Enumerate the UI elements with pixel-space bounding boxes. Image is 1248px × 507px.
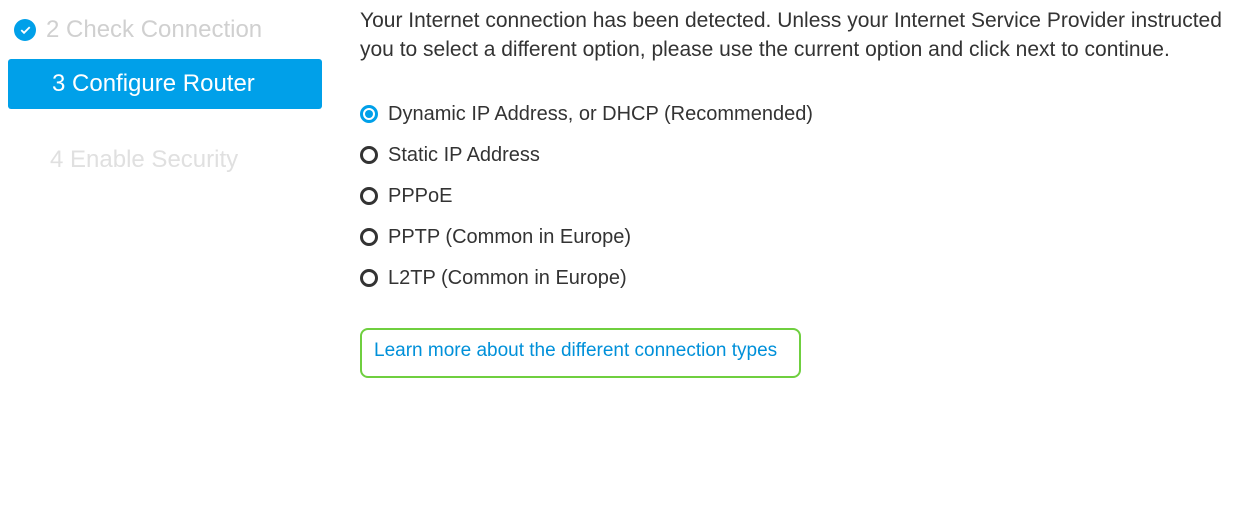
option-label: PPPoE: [388, 185, 452, 208]
option-dhcp[interactable]: Dynamic IP Address, or DHCP (Recommended…: [360, 103, 1230, 126]
check-icon: [14, 19, 36, 41]
step-number: 2: [46, 16, 59, 44]
step-configure-router[interactable]: 3 Configure Router: [8, 59, 322, 109]
option-static-ip[interactable]: Static IP Address: [360, 144, 1230, 167]
instruction-text: Your Internet connection has been detect…: [360, 6, 1230, 65]
learn-more-link[interactable]: Learn more about the different connectio…: [374, 340, 777, 361]
radio-icon: [360, 269, 378, 287]
radio-icon: [360, 228, 378, 246]
step-number: 3: [52, 70, 65, 98]
option-label: L2TP (Common in Europe): [388, 267, 627, 290]
option-l2tp[interactable]: L2TP (Common in Europe): [360, 267, 1230, 290]
option-label: Static IP Address: [388, 144, 540, 167]
radio-icon: [360, 146, 378, 164]
step-label: Configure Router: [72, 70, 255, 98]
wizard-sidebar: 2 Check Connection 3 Configure Router 4 …: [0, 0, 330, 507]
step-check-connection[interactable]: 2 Check Connection: [0, 5, 330, 55]
connection-options: Dynamic IP Address, or DHCP (Recommended…: [360, 103, 1230, 290]
radio-icon: [360, 187, 378, 205]
option-pppoe[interactable]: PPPoE: [360, 185, 1230, 208]
option-pptp[interactable]: PPTP (Common in Europe): [360, 226, 1230, 249]
step-enable-security[interactable]: 4 Enable Security: [0, 135, 330, 185]
radio-icon: [360, 105, 378, 123]
option-label: PPTP (Common in Europe): [388, 226, 631, 249]
step-number: 4: [50, 146, 63, 174]
learn-more-box: Learn more about the different connectio…: [360, 328, 801, 378]
step-label: Check Connection: [66, 16, 262, 44]
option-label: Dynamic IP Address, or DHCP (Recommended…: [388, 103, 813, 126]
main-content: Your Internet connection has been detect…: [330, 0, 1230, 507]
step-label: Enable Security: [70, 146, 238, 174]
